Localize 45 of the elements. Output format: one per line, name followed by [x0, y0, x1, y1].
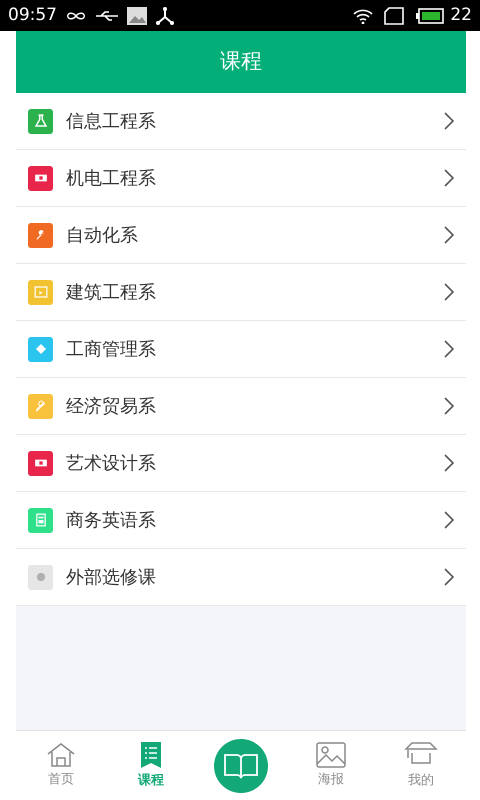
department-item[interactable]: 自动化系 [16, 207, 466, 264]
infinity-icon [65, 10, 87, 22]
department-label: 信息工程系 [66, 110, 156, 134]
department-item[interactable]: 机电工程系 [16, 150, 466, 207]
battery-icon [416, 8, 444, 24]
tab[interactable]: 海报 [286, 742, 376, 790]
share-icon [155, 6, 175, 24]
tab[interactable]: 我的 [376, 740, 466, 790]
department-label: 外部选修课 [66, 566, 156, 590]
department-label: 艺术设计系 [66, 452, 156, 476]
usb-icon [95, 8, 119, 22]
department-item[interactable]: 建筑工程系 [16, 264, 466, 321]
chevron-right-icon [444, 568, 454, 586]
chevron-right-icon [444, 226, 454, 244]
page-title: 课程 [220, 48, 262, 76]
image-icon [127, 6, 147, 24]
tab[interactable]: 首页 [16, 742, 106, 790]
chevron-right-icon [444, 112, 454, 130]
book-button[interactable] [214, 738, 268, 792]
wifi-icon [352, 8, 374, 24]
sim-card-icon [384, 6, 404, 24]
chevron-right-icon [444, 283, 454, 301]
chevron-right-icon [444, 511, 454, 529]
department-label: 建筑工程系 [66, 280, 156, 304]
department-item[interactable]: 信息工程系 [16, 93, 466, 150]
house-icon [46, 742, 76, 768]
open-book-icon [223, 752, 259, 780]
department-label: 工商管理系 [66, 338, 156, 362]
department-item[interactable]: 外部选修课 [16, 549, 466, 606]
department-label: 机电工程系 [66, 166, 156, 190]
department-label: 经济贸易系 [66, 394, 156, 418]
list-bookmark-icon [140, 740, 162, 769]
chevron-right-icon [444, 340, 454, 358]
image-icon [316, 742, 346, 768]
battery-level: 22 [450, 4, 472, 27]
department-item[interactable]: 经济贸易系 [16, 378, 466, 435]
department-item[interactable]: 艺术设计系 [16, 435, 466, 492]
department-label: 商务英语系 [66, 508, 156, 532]
department-item[interactable]: 工商管理系 [16, 321, 466, 378]
chevron-right-icon [444, 397, 454, 415]
clock: 09:57 [8, 4, 57, 27]
chevron-right-icon [444, 454, 454, 472]
department-item[interactable]: 商务英语系 [16, 492, 466, 549]
department-label: 自动化系 [66, 224, 138, 248]
chevron-right-icon [444, 169, 454, 187]
